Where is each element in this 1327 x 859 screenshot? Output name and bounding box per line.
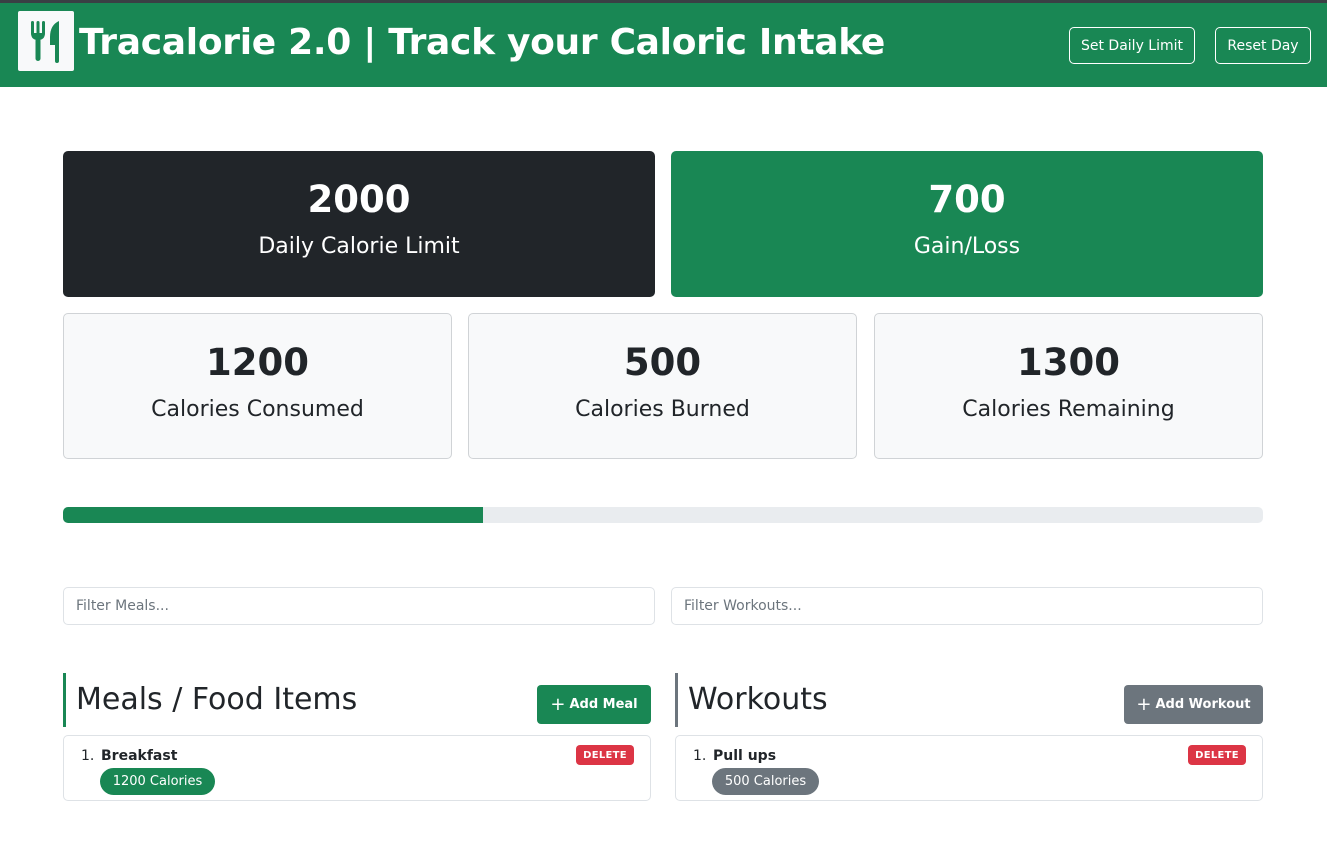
filter-workouts-input[interactable] <box>671 587 1263 625</box>
gain-loss-card: 700 Gain/Loss <box>671 151 1263 297</box>
meal-calories-badge: 1200 Calories <box>100 768 215 795</box>
calories-remaining-card: 1300 Calories Remaining <box>874 313 1263 459</box>
workout-item-index: 1. <box>693 748 707 764</box>
calories-burned-label: Calories Burned <box>575 397 750 422</box>
workout-calories-badge: 500 Calories <box>712 768 819 795</box>
progress-fill <box>63 507 483 523</box>
add-workout-label: Add Workout <box>1155 697 1251 712</box>
plus-icon: + <box>550 693 566 715</box>
workouts-section-header: Workouts <box>675 673 828 727</box>
gain-loss-value: 700 <box>928 178 1006 221</box>
gain-loss-label: Gain/Loss <box>913 234 1021 259</box>
meals-section-header: Meals / Food Items <box>63 673 357 727</box>
meal-item-index: 1. <box>81 748 95 764</box>
delete-meal-button[interactable]: DELETE <box>576 745 634 765</box>
filter-meals-input[interactable] <box>63 587 655 625</box>
workout-item: 1. Pull ups 500 Calories DELETE <box>675 735 1263 801</box>
set-daily-limit-button[interactable]: Set Daily Limit <box>1069 27 1195 64</box>
calories-consumed-value: 1200 <box>206 341 309 384</box>
add-meal-button[interactable]: + Add Meal <box>537 685 651 724</box>
calorie-progress-bar <box>63 507 1263 523</box>
plus-icon: + <box>1136 693 1152 715</box>
daily-limit-card: 2000 Daily Calorie Limit <box>63 151 655 297</box>
calories-consumed-label: Calories Consumed <box>151 397 364 422</box>
workouts-title: Workouts <box>688 682 828 717</box>
meal-item-name: Breakfast <box>101 748 178 764</box>
calories-remaining-value: 1300 <box>1017 341 1120 384</box>
meal-item: 1. Breakfast 1200 Calories DELETE <box>63 735 651 801</box>
navbar: Tracalorie 2.0 | Track your Caloric Inta… <box>0 3 1327 87</box>
reset-day-button[interactable]: Reset Day <box>1215 27 1311 64</box>
meals-title: Meals / Food Items <box>76 682 358 717</box>
workout-item-name: Pull ups <box>713 748 777 764</box>
calories-consumed-card: 1200 Calories Consumed <box>63 313 452 459</box>
calories-remaining-label: Calories Remaining <box>962 397 1175 422</box>
add-meal-label: Add Meal <box>569 697 638 712</box>
daily-limit-value: 2000 <box>307 178 411 221</box>
calories-burned-card: 500 Calories Burned <box>468 313 857 459</box>
app-title: Tracalorie 2.0 | Track your Caloric Inta… <box>79 22 886 63</box>
utensils-icon <box>18 11 74 71</box>
delete-workout-button[interactable]: DELETE <box>1188 745 1246 765</box>
calories-burned-value: 500 <box>623 341 702 384</box>
daily-limit-label: Daily Calorie Limit <box>258 234 460 259</box>
add-workout-button[interactable]: + Add Workout <box>1124 685 1263 724</box>
